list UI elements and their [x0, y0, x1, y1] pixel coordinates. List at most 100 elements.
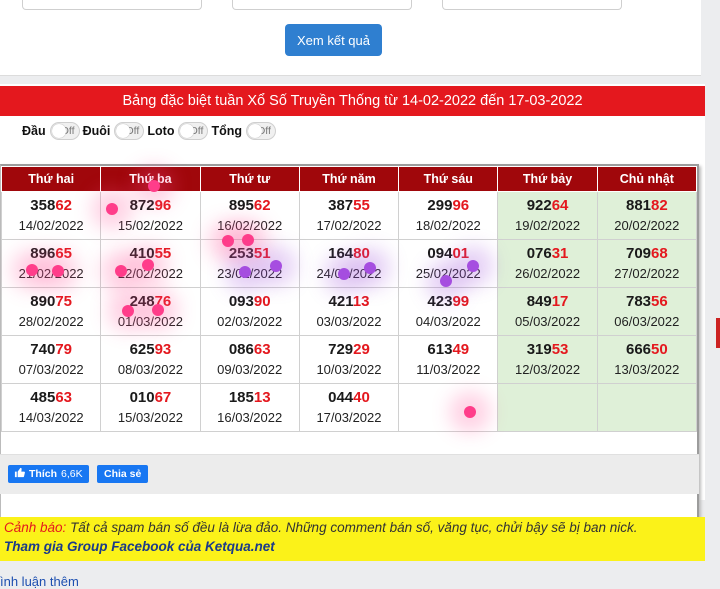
number-prefix: 076: [526, 244, 552, 262]
result-cell: 62593 08/03/2022: [100, 335, 201, 384]
like-label: Thích: [29, 468, 57, 480]
number-suffix: 01: [452, 244, 470, 262]
scroll-indicator: [716, 318, 720, 348]
number-suffix: 55: [353, 196, 370, 214]
result-date: 19/02/2022: [515, 217, 581, 233]
result-number: 78356: [598, 292, 696, 312]
result-cell: 29996 18/02/2022: [398, 191, 499, 240]
number-prefix: 010: [129, 388, 155, 406]
result-cell: 89562 16/02/2022: [199, 191, 300, 240]
toggle-duoi[interactable]: Off: [114, 122, 145, 140]
number-prefix: 729: [328, 340, 354, 358]
number-suffix: 63: [253, 340, 271, 358]
result-number: 41055: [101, 244, 199, 264]
result-date: 08/03/2022: [117, 361, 183, 377]
number-prefix: 666: [625, 340, 652, 358]
start-date-field[interactable]: [232, 0, 412, 10]
result-number: 01067: [101, 388, 199, 408]
number-prefix: 890: [30, 292, 56, 310]
toggle-label-tong: Tổng: [211, 124, 243, 138]
table-row: 89075 28/02/2022 24876 01/03/2022 09390 02/03…: [0, 287, 698, 336]
result-cell: 61349 11/03/2022: [398, 335, 499, 384]
result-cell: 38755 17/02/2022: [298, 191, 400, 240]
result-date: 01/03/2022: [117, 313, 183, 329]
number-prefix: 485: [30, 388, 56, 406]
result-date: 14/02/2022: [18, 217, 84, 233]
facebook-group-link[interactable]: Tham gia Group Facebook của Ketqua.net: [4, 539, 701, 554]
number-suffix: 56: [651, 292, 668, 310]
number-prefix: 881: [625, 196, 652, 214]
thumbs-up-icon: [14, 467, 25, 481]
number-suffix: 53: [551, 340, 569, 358]
result-date: 17/02/2022: [316, 217, 382, 233]
result-date: 15/02/2022: [117, 217, 183, 233]
toggle-label-loto: Loto: [147, 124, 175, 138]
toggle-tong[interactable]: Off: [246, 122, 277, 140]
result-number: 89562: [201, 196, 299, 216]
toggle-loto[interactable]: Off: [178, 122, 209, 140]
result-date: 25/02/2022: [415, 265, 481, 281]
result-cell: 41055 22/02/2022: [100, 239, 201, 288]
number-prefix: 387: [328, 196, 354, 214]
facebook-share-button[interactable]: Chia sẻ: [97, 465, 149, 483]
view-results-button[interactable]: Xem kết quả: [285, 24, 382, 56]
number-suffix: 51: [253, 244, 271, 262]
result-number: 07631: [498, 244, 596, 264]
result-date: 22/02/2022: [117, 265, 183, 281]
number-suffix: 64: [551, 196, 569, 214]
number-prefix: 044: [328, 388, 354, 406]
number-prefix: 253: [228, 244, 254, 262]
number-suffix: 13: [352, 292, 370, 310]
header-monday: Thứ hai: [0, 166, 102, 192]
header-tuesday: Thứ ba: [100, 166, 201, 192]
number-prefix: 709: [625, 244, 652, 262]
result-cell: [596, 383, 698, 432]
number-suffix: 90: [253, 292, 271, 310]
number-prefix: 421: [328, 292, 353, 310]
result-cell: 92264 19/02/2022: [497, 191, 598, 240]
result-number: 66650: [598, 340, 696, 360]
result-number: 38755: [300, 196, 398, 216]
result-date: 04/03/2022: [415, 313, 481, 329]
province-select[interactable]: [22, 0, 202, 10]
number-prefix: 358: [30, 196, 56, 214]
number-prefix: 094: [427, 244, 453, 262]
result-date: 24/02/2022: [316, 265, 382, 281]
number-suffix: 13: [253, 388, 271, 406]
result-number: 74079: [2, 340, 100, 360]
result-cell: 04440 17/03/2022: [298, 383, 400, 432]
number-prefix: 740: [30, 340, 56, 358]
number-suffix: 79: [55, 340, 72, 358]
results-table: Thứ hai Thứ ba Thứ tư Thứ năm Thứ sáu Th…: [0, 166, 698, 432]
end-date-field[interactable]: [442, 0, 622, 10]
result-cell: 31953 12/03/2022: [497, 335, 598, 384]
result-number: 35862: [2, 196, 100, 216]
result-cell: 88182 20/02/2022: [596, 191, 698, 240]
table-row: 74079 07/03/2022 62593 08/03/2022 08663 09/03…: [0, 335, 698, 384]
result-date: 28/02/2022: [18, 313, 84, 329]
number-prefix: 299: [427, 196, 453, 214]
number-suffix: 31: [551, 244, 569, 262]
number-prefix: 783: [625, 292, 652, 310]
number-prefix: 410: [129, 244, 155, 262]
result-date: 12/03/2022: [515, 361, 581, 377]
result-number: 16480: [300, 244, 398, 264]
result-cell: 08663 09/03/2022: [199, 335, 300, 384]
facebook-like-button[interactable]: Thích 6,6K: [8, 465, 89, 483]
number-suffix: 80: [353, 244, 370, 262]
toggle-dau[interactable]: Off: [49, 122, 80, 140]
result-cell: 07631 26/02/2022: [497, 239, 598, 288]
number-suffix: 17: [551, 292, 569, 310]
table-row: 89665 21/02/2022 41055 22/02/2022 25351 23/02…: [0, 239, 698, 288]
number-suffix: 62: [253, 196, 271, 214]
more-comments-link[interactable]: ình luận thêm: [0, 574, 79, 589]
search-form-panel: Xem kết quả: [0, 0, 701, 76]
number-suffix: 49: [452, 340, 470, 358]
result-number: 24876: [101, 292, 199, 312]
result-number: 29996: [399, 196, 497, 216]
header-friday: Thứ sáu: [398, 166, 499, 192]
result-number: 31953: [498, 340, 596, 360]
warning-text: Tất cả spam bán số đều là lừa đảo. Những…: [66, 520, 638, 535]
result-cell: 84917 05/03/2022: [497, 287, 598, 336]
number-prefix: 423: [427, 292, 453, 310]
